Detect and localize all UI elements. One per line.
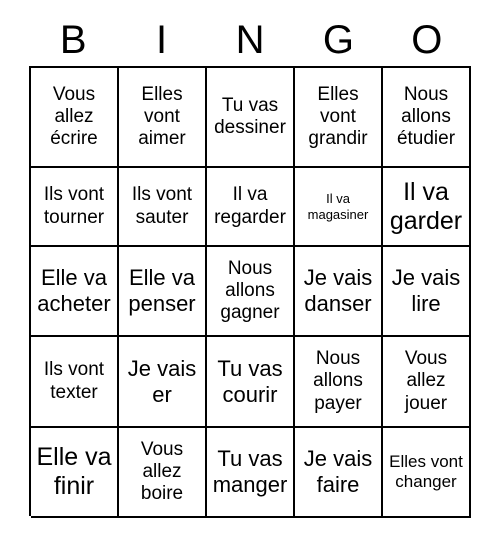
bingo-cell-label: Tu vas courir — [217, 355, 283, 407]
bingo-cell-label: Elles vont changer — [389, 452, 463, 491]
bingo-header-letter-b: B — [59, 18, 87, 62]
bingo-cell-label: Tu vas dessiner — [214, 94, 286, 138]
bingo-cell-label: Je vais danser — [303, 265, 373, 316]
bingo-cell-label: Nous allons gagner — [220, 257, 280, 324]
bingo-cell[interactable]: Elles vont changer — [383, 428, 471, 518]
bingo-header-letter-i: I — [156, 18, 168, 62]
bingo-cell-label: Ils vont tourner — [43, 184, 105, 228]
bingo-cell[interactable]: Elles vont grandir — [295, 68, 383, 168]
bingo-cell-label: Je vais er — [127, 355, 197, 407]
bingo-cell[interactable]: Ils vont tourner — [31, 168, 119, 247]
bingo-cell-label: Elles vont grandir — [308, 83, 368, 150]
bingo-cell-label: Nous allons payer — [313, 348, 363, 414]
bingo-cell[interactable]: Ils vont texter — [31, 337, 119, 428]
bingo-cell-label: Il va garder — [389, 177, 463, 235]
bingo-cell-label: Elle va acheter — [37, 265, 111, 316]
bingo-cell[interactable]: Elle va penser — [119, 247, 207, 337]
bingo-cell[interactable]: Tu vas manger — [207, 428, 295, 518]
bingo-cell[interactable]: Elle va finir — [31, 428, 119, 518]
bingo-cell[interactable]: Je vais danser — [295, 247, 383, 337]
bingo-cell[interactable]: Elle va acheter — [31, 247, 119, 337]
bingo-cell-label: Elle va finir — [36, 443, 112, 500]
bingo-header-row: B I N G O — [29, 14, 471, 66]
bingo-cell-label: Vous allez jouer — [404, 348, 448, 414]
bingo-cell[interactable]: Vous allez jouer — [383, 337, 471, 428]
bingo-cell[interactable]: Vous allez boire — [119, 428, 207, 518]
bingo-grid: Vous allez écrire Elles vont aimer Tu vas … — [29, 66, 471, 518]
bingo-cell[interactable]: Nous allons gagner — [207, 247, 295, 337]
bingo-cell[interactable]: Il va regarder — [207, 168, 295, 247]
bingo-cell-label: Ils vont sauter — [131, 184, 193, 228]
bingo-card: B I N G O Vous allez écrire Elles vont ai… — [0, 0, 500, 544]
bingo-cell-label: Je vais faire — [303, 446, 373, 497]
bingo-cell-label: Ils vont texter — [43, 359, 105, 403]
bingo-cell[interactable]: Ils vont sauter — [119, 168, 207, 247]
bingo-cell[interactable]: Il va magasiner — [295, 168, 383, 247]
bingo-cell[interactable]: Je vais faire — [295, 428, 383, 518]
bingo-cell-label: Elles vont aimer — [138, 83, 186, 150]
bingo-cell-label: Nous allons étudier — [396, 83, 456, 150]
bingo-header-letter-g: G — [322, 18, 354, 62]
bingo-cell[interactable]: Vous allez écrire — [31, 68, 119, 168]
bingo-cell-label: Il va magasiner — [307, 191, 369, 222]
bingo-cell-label: Tu vas manger — [212, 446, 288, 497]
bingo-cell-label: Il va regarder — [214, 184, 286, 228]
bingo-header-letter-n: N — [235, 18, 265, 62]
bingo-cell-label: Vous allez écrire — [50, 83, 98, 150]
bingo-cell[interactable]: Je vais lire — [383, 247, 471, 337]
bingo-header-letter-o: O — [411, 18, 443, 62]
bingo-cell-label: Elle va penser — [128, 265, 196, 316]
bingo-cell[interactable]: Tu vas courir — [207, 337, 295, 428]
bingo-cell-label: Vous allez boire — [140, 438, 184, 505]
bingo-cell[interactable]: Je vais er — [119, 337, 207, 428]
bingo-cell-label: Je vais lire — [391, 265, 461, 316]
bingo-cell[interactable]: Tu vas dessiner — [207, 68, 295, 168]
bingo-cell[interactable]: Nous allons étudier — [383, 68, 471, 168]
bingo-cell[interactable]: Elles vont aimer — [119, 68, 207, 168]
bingo-cell[interactable]: Il va garder — [383, 168, 471, 247]
bingo-cell[interactable]: Nous allons payer — [295, 337, 383, 428]
